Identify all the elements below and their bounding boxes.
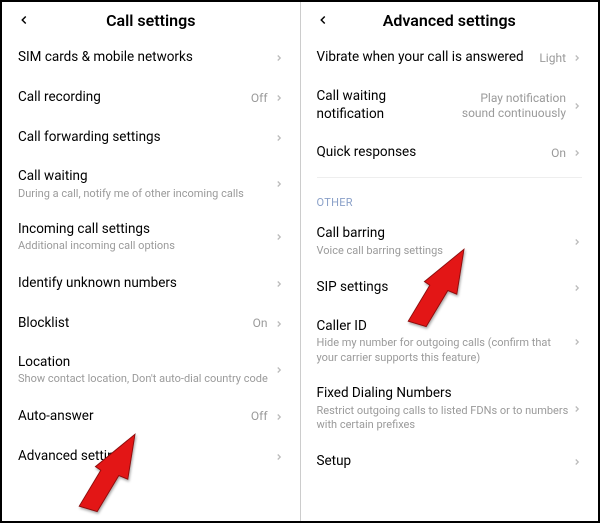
chevron-right-icon bbox=[572, 283, 582, 293]
row-fixed-dialing[interactable]: Fixed Dialing Numbers Restrict outgoing … bbox=[301, 375, 599, 442]
row-label: Identify unknown numbers bbox=[18, 275, 274, 293]
row-sub: Show contact location, Don't auto-dial c… bbox=[18, 372, 274, 386]
row-label: Advanced settings bbox=[18, 448, 274, 466]
chevron-right-icon bbox=[274, 452, 284, 462]
row-call-waiting-notif[interactable]: Call waiting notification Play notificat… bbox=[301, 78, 599, 133]
row-vibrate[interactable]: Vibrate when your call is answered Light bbox=[301, 38, 599, 78]
row-sip-settings[interactable]: SIP settings bbox=[301, 268, 599, 308]
row-value: Off bbox=[251, 91, 268, 106]
row-sub: Voice call barring settings bbox=[317, 244, 573, 258]
row-sim-cards[interactable]: SIM cards & mobile networks bbox=[2, 38, 300, 78]
chevron-right-icon bbox=[572, 457, 582, 467]
row-label: Call waiting bbox=[18, 168, 274, 186]
chevron-right-icon bbox=[274, 232, 284, 242]
header-right: Advanced settings bbox=[301, 2, 599, 34]
chevron-right-icon bbox=[274, 412, 284, 422]
header-left: Call settings bbox=[2, 2, 300, 34]
container: Call settings SIM cards & mobile network… bbox=[0, 0, 600, 523]
row-sub: Restrict outgoing calls to listed FDNs o… bbox=[317, 404, 573, 433]
chevron-right-icon bbox=[274, 53, 284, 63]
chevron-right-icon bbox=[274, 179, 284, 189]
row-label: Call waiting notification bbox=[317, 88, 457, 123]
row-label: Vibrate when your call is answered bbox=[317, 49, 540, 67]
row-incoming-call[interactable]: Incoming call settings Additional incomi… bbox=[2, 211, 300, 264]
chevron-right-icon bbox=[274, 365, 284, 375]
chevron-right-icon bbox=[572, 148, 582, 158]
chevron-right-icon bbox=[274, 279, 284, 289]
row-label: Blocklist bbox=[18, 315, 253, 333]
row-call-waiting[interactable]: Call waiting During a call, notify me of… bbox=[2, 158, 300, 211]
row-label: Call barring bbox=[317, 225, 573, 243]
row-value: On bbox=[551, 146, 566, 161]
section-header-other: OTHER bbox=[301, 182, 599, 215]
row-sub: During a call, notify me of other incomi… bbox=[18, 187, 274, 201]
row-value: On bbox=[253, 316, 268, 331]
chevron-right-icon bbox=[274, 133, 284, 143]
row-sub: Additional incoming call options bbox=[18, 239, 274, 253]
divider bbox=[317, 177, 583, 178]
row-setup[interactable]: Setup bbox=[301, 442, 599, 482]
row-value: Off bbox=[251, 409, 268, 424]
row-label: Caller ID bbox=[317, 318, 573, 336]
chevron-right-icon bbox=[572, 237, 582, 247]
chevron-right-icon bbox=[274, 319, 284, 329]
row-call-forwarding[interactable]: Call forwarding settings bbox=[2, 118, 300, 158]
list-right: Vibrate when your call is answered Light… bbox=[301, 34, 599, 486]
row-identify-unknown[interactable]: Identify unknown numbers bbox=[2, 264, 300, 304]
row-label: Auto-answer bbox=[18, 408, 251, 426]
row-label: Fixed Dialing Numbers bbox=[317, 385, 573, 403]
row-label: Setup bbox=[317, 453, 573, 471]
row-call-recording[interactable]: Call recording Off bbox=[2, 78, 300, 118]
row-value: Play notification sound continuously bbox=[456, 91, 566, 121]
row-value: Light bbox=[539, 51, 566, 66]
panel-call-settings: Call settings SIM cards & mobile network… bbox=[2, 2, 301, 521]
row-caller-id[interactable]: Caller ID Hide my number for outgoing ca… bbox=[301, 308, 599, 375]
row-label: SIM cards & mobile networks bbox=[18, 49, 274, 67]
row-quick-responses[interactable]: Quick responses On bbox=[301, 133, 599, 173]
row-label: SIP settings bbox=[317, 279, 573, 297]
row-blocklist[interactable]: Blocklist On bbox=[2, 304, 300, 344]
chevron-right-icon bbox=[572, 53, 582, 63]
page-title-right: Advanced settings bbox=[313, 11, 587, 30]
chevron-right-icon bbox=[572, 404, 582, 414]
row-label: Incoming call settings bbox=[18, 221, 274, 239]
list-left: SIM cards & mobile networks Call recordi… bbox=[2, 34, 300, 481]
row-label: Call recording bbox=[18, 89, 251, 107]
panel-advanced-settings: Advanced settings Vibrate when your call… bbox=[301, 2, 599, 521]
chevron-right-icon bbox=[274, 93, 284, 103]
chevron-right-icon bbox=[572, 101, 582, 111]
row-label: Quick responses bbox=[317, 144, 552, 162]
chevron-right-icon bbox=[572, 337, 582, 347]
row-call-barring[interactable]: Call barring Voice call barring settings bbox=[301, 215, 599, 268]
page-title-left: Call settings bbox=[14, 11, 288, 30]
row-auto-answer[interactable]: Auto-answer Off bbox=[2, 397, 300, 437]
row-label: Location bbox=[18, 354, 274, 372]
row-sub: Hide my number for outgoing calls (confi… bbox=[317, 336, 573, 365]
row-location[interactable]: Location Show contact location, Don't au… bbox=[2, 344, 300, 397]
row-label: Call forwarding settings bbox=[18, 129, 274, 147]
row-advanced-settings[interactable]: Advanced settings bbox=[2, 437, 300, 477]
